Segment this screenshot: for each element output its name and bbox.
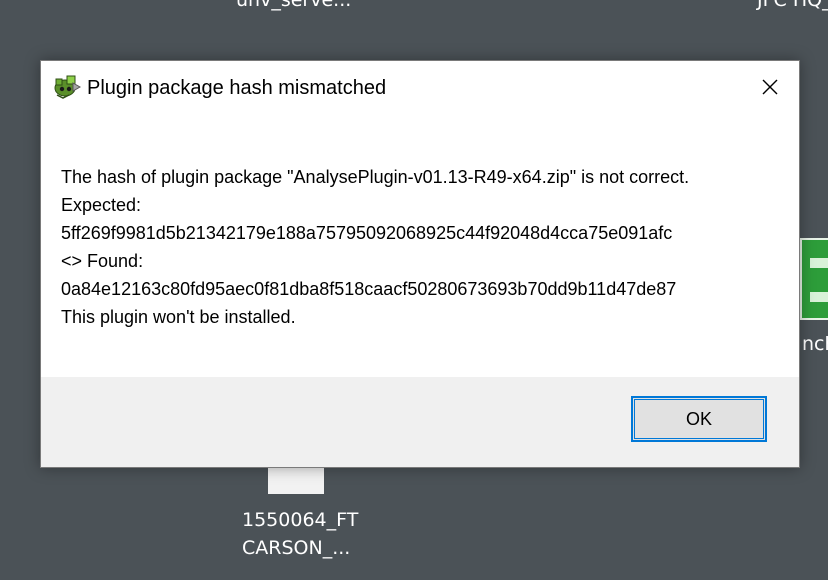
dialog-title: Plugin package hash mismatched <box>87 77 387 99</box>
hash-mismatch-dialog: Plugin package hash mismatched The hash … <box>40 60 800 468</box>
desktop-icon-label-top-left[interactable]: unv_serve... <box>236 0 351 14</box>
desktop-icon-label-right[interactable]: nch <box>802 330 828 358</box>
desktop-shortcut-icon[interactable] <box>800 238 828 320</box>
ok-button[interactable]: OK <box>631 396 767 442</box>
message-line-hash-incorrect: The hash of plugin package "AnalysePlugi… <box>61 167 690 187</box>
close-icon <box>762 79 778 95</box>
desktop-icon-label-line2: CARSON_... <box>242 537 351 559</box>
message-line-found-label: <> Found: <box>61 251 144 271</box>
message-line-found-hash: 0a84e12163c80fd95aec0f81dba8f518caacf502… <box>61 279 677 299</box>
desktop-icon-label-top-right[interactable]: JFC HQ_ <box>757 0 828 14</box>
desktop-icon-label-bottom[interactable]: 1550064_FT CARSON_... <box>242 506 358 562</box>
desktop-icon-label-line1: 1550064_FT <box>242 509 359 531</box>
close-button[interactable] <box>741 61 799 113</box>
message-line-expected-hash: 5ff269f9981d5b21342179e188a7579509206892… <box>61 223 673 243</box>
desktop-file-icon[interactable] <box>268 468 324 494</box>
plugin-icon <box>53 73 82 99</box>
message-line-not-installed: This plugin won't be installed. <box>61 307 296 327</box>
message-line-expected-label: Expected: <box>61 195 142 215</box>
dialog-button-bar: OK <box>41 377 799 467</box>
dialog-titlebar[interactable]: Plugin package hash mismatched <box>41 61 799 115</box>
dialog-message: The hash of plugin package "AnalysePlugi… <box>61 163 779 331</box>
